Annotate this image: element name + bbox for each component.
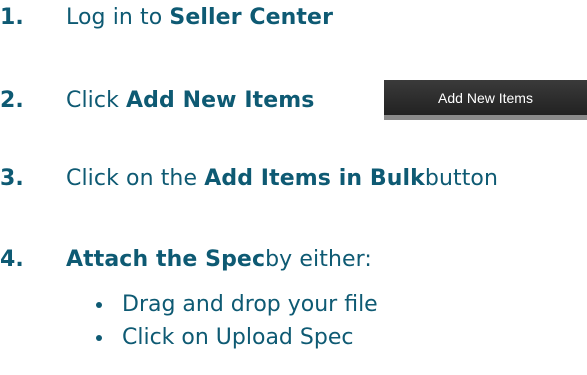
step-text-bold: Seller Center [169,5,334,30]
step-text-prefix: Log in to [66,5,163,30]
step-number: 4. [0,247,24,272]
step-text-bold: Add New Items [126,88,315,113]
step-number: 2. [0,88,24,113]
list-item: Click on Upload Spec [96,321,378,354]
list-item: Drag and drop your file [96,288,378,321]
step-text-prefix: Click [66,88,119,113]
step-3: 3. Click on the Add Items in Bulk button [0,164,498,194]
bullet-icon [96,301,102,308]
step-4: 4. Attach the Spec by either: [0,245,372,275]
list-item-text: Drag and drop your file [122,292,378,317]
step-text-bold: Add Items in Bulk [204,166,425,191]
step-number: 1. [0,5,24,30]
step-text-suffix: button [424,166,499,191]
attach-options-list: Drag and drop your file Click on Upload … [96,288,378,354]
step-1: 1. Log in to Seller Center [0,3,333,33]
step-text-bold: Attach the Spec [66,247,266,272]
bullet-icon [96,334,102,341]
step-number: 3. [0,166,24,191]
step-text-prefix: Click on the [66,166,198,191]
list-item-text: Click on Upload Spec [122,325,354,350]
step-text-suffix: by either: [265,247,372,272]
step-2: 2. Click Add New Items [0,86,314,116]
add-new-items-button[interactable]: Add New Items [384,80,587,120]
